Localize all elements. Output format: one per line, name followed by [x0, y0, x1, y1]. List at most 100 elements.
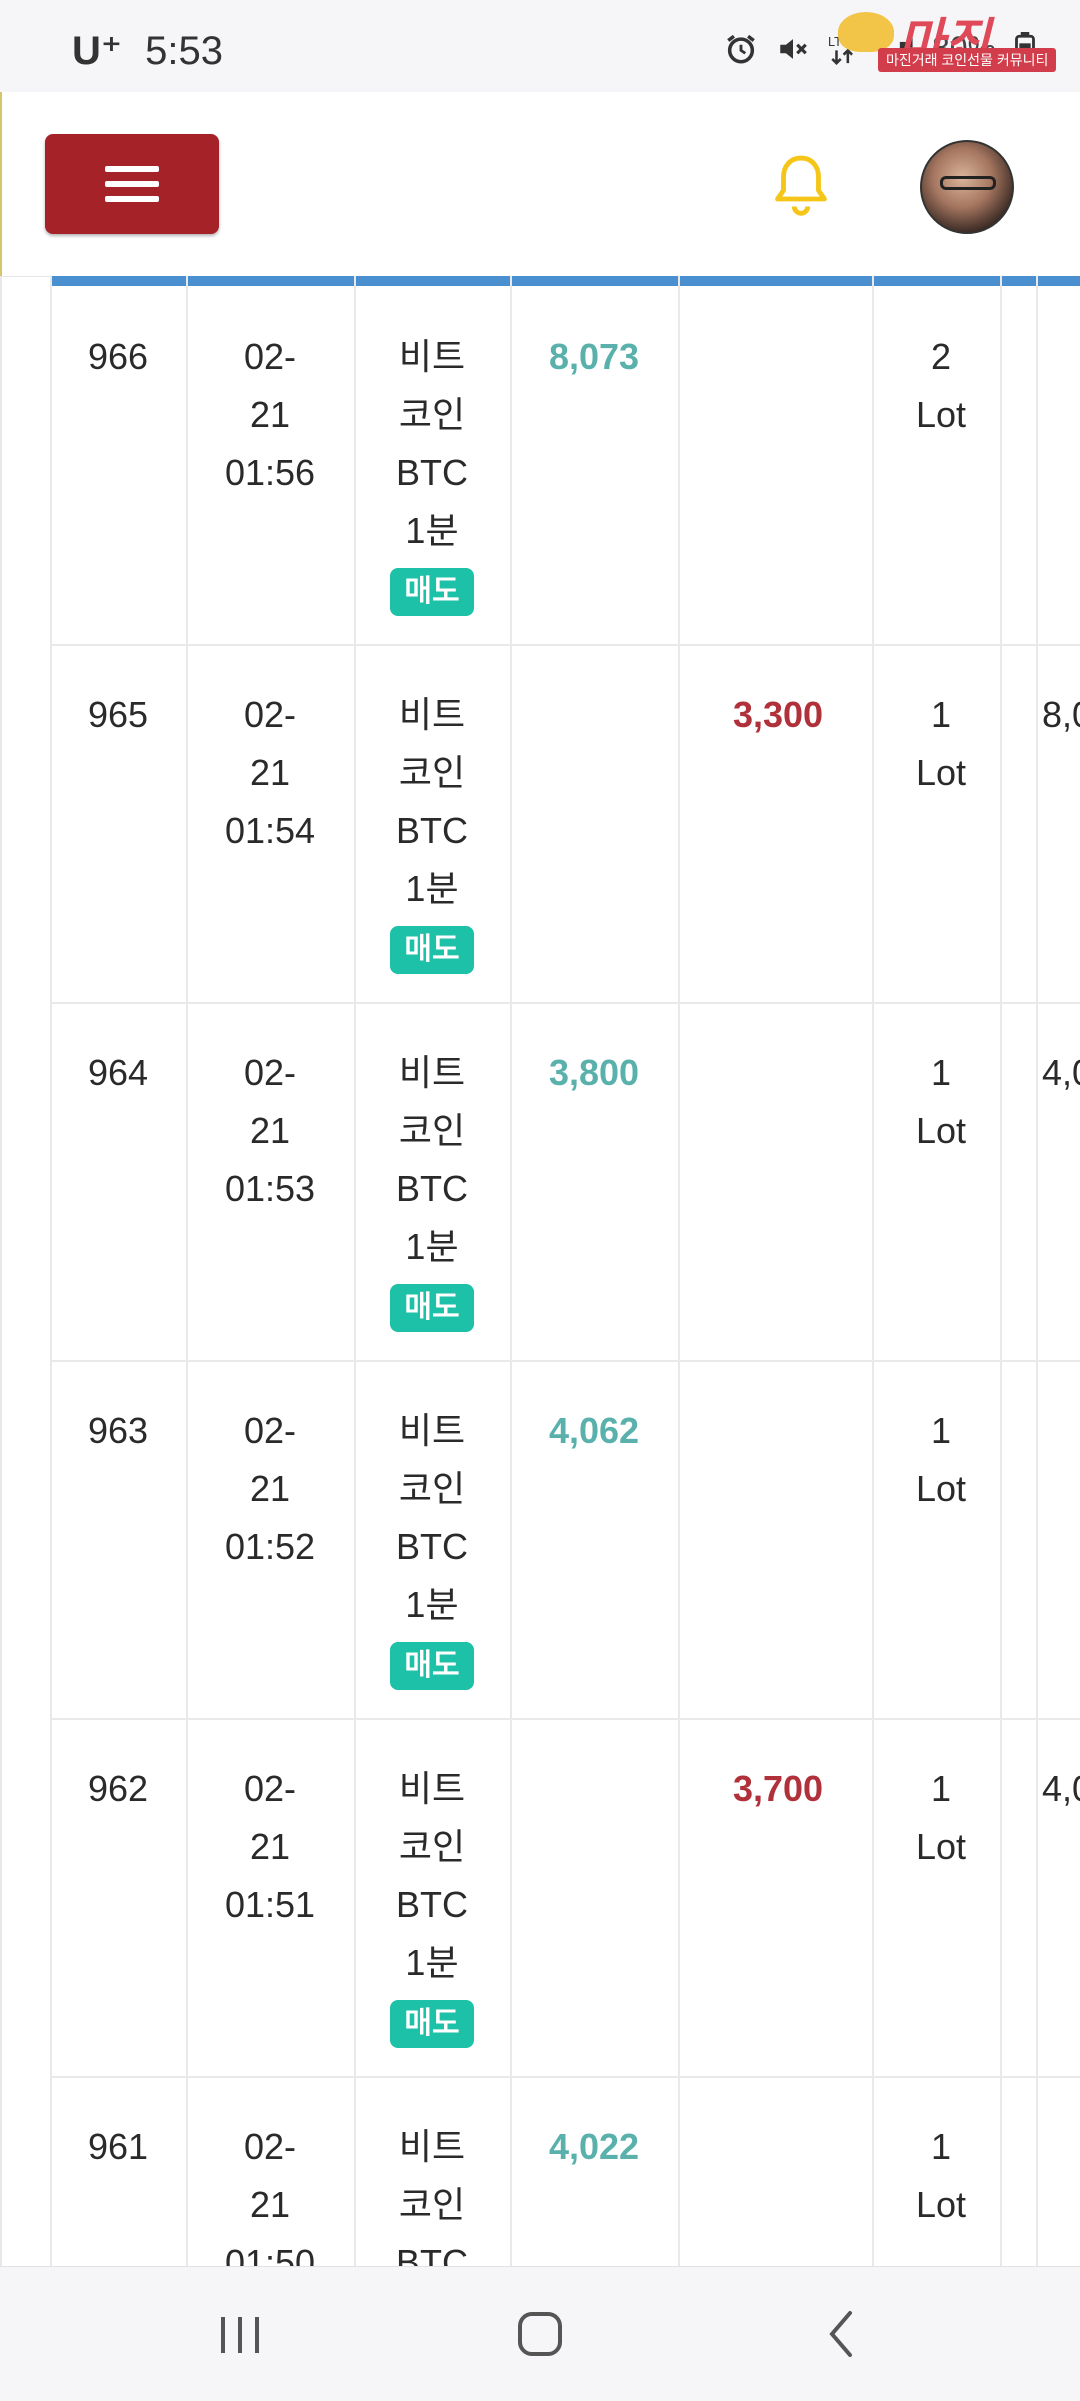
trade-item: 비트코인 BTC 1분매도 — [354, 328, 510, 618]
trade-item: 비트코인 BTC 1분매도 — [354, 1760, 510, 2050]
cell-line: 21 — [249, 394, 291, 435]
row-number: 962 — [50, 1760, 186, 1818]
sell-badge: 매도 — [390, 568, 474, 616]
trade-datetime: 02- 21 01:50 — [186, 2118, 354, 2266]
loss-text: 3,700 — [732, 1768, 824, 1809]
cell-line: 21 — [249, 1110, 291, 1151]
sell-badge: 매도 — [390, 1642, 474, 1690]
balance-value: 4,0 — [1042, 1044, 1080, 1102]
cell-line: 코인 — [398, 2184, 466, 2225]
cell-line: 비트 — [398, 336, 466, 377]
table-row[interactable]: 962 02- 21 01:51 비트코인 BTC 1분매도 3,700 1 Lot 4,0 — [50, 1718, 1080, 2078]
table-row[interactable]: 964 02- 21 01:53 비트코인 BTC 1분매도 3,800 1 Lot 4,0 — [50, 1002, 1080, 1362]
trade-datetime: 02- 21 01:53 — [186, 1044, 354, 1218]
home-icon[interactable] — [505, 2303, 575, 2365]
loss-text: 3,300 — [732, 694, 824, 735]
lot-size: 2 Lot — [878, 328, 1004, 444]
watermark-subtitle: 마진거래 코인선물 커뮤니티 — [878, 48, 1057, 72]
cell-line: BTC — [396, 1884, 468, 1925]
balance-text: 8,0 — [1042, 694, 1080, 735]
cell-line: 코인 — [398, 1468, 466, 1509]
cell-line: Lot — [915, 1110, 967, 1151]
cell-line: 비트 — [398, 2126, 466, 2167]
cell-line: 1분 — [405, 1584, 459, 1625]
cell-line: BTC — [396, 810, 468, 851]
trade-datetime: 02- 21 01:56 — [186, 328, 354, 502]
row-number-text: 961 — [87, 2126, 149, 2167]
mute-icon — [780, 38, 807, 59]
lot-size: 1 Lot — [878, 1044, 1004, 1160]
alarm-icon — [727, 34, 755, 64]
cell-line: BTC — [396, 1168, 468, 1209]
lot-size: 1 Lot — [878, 686, 1004, 802]
cell-line: Lot — [915, 1826, 967, 1867]
row-number-text: 966 — [87, 336, 149, 377]
menu-button[interactable] — [45, 134, 219, 234]
lot-size: 1 Lot — [878, 1402, 1004, 1518]
table-row[interactable]: 963 02- 21 01:52 비트 코인 BTC 1분 매도 4,062 1 Lot — [50, 1360, 1080, 1720]
balance-value: 4,0 — [1042, 1760, 1080, 1818]
loss-value: 3,300 — [678, 686, 878, 744]
cell-line: 01:54 — [224, 810, 316, 851]
cell-line: 1분 — [405, 1226, 459, 1267]
trade-datetime: 02- 21 01:51 — [186, 1760, 354, 1934]
balance-value: 8,0 — [1042, 686, 1080, 744]
profit-text: 4,062 — [548, 1410, 640, 1451]
row-number-text: 962 — [87, 1768, 149, 1809]
trade-datetime: 02- 21 01:54 — [186, 686, 354, 860]
carrier-label: U⁺ — [72, 29, 122, 73]
bell-icon[interactable] — [768, 150, 834, 220]
profit-value: 4,022 — [510, 2118, 678, 2176]
cell-line: Lot — [915, 394, 967, 435]
cell-line: 1 — [930, 1768, 952, 1809]
sell-badge: 매도 — [390, 926, 474, 974]
cell-line: 02- — [243, 1052, 297, 1093]
cell-line: 1분 — [405, 510, 459, 551]
status-left: U⁺ 5:53 — [72, 28, 223, 74]
cell-line: Lot — [915, 1468, 967, 1509]
cell-line: 1분 — [405, 1942, 459, 1983]
cell-line: 21 — [249, 752, 291, 793]
cell-line: 비트 — [398, 694, 466, 735]
cell-line: 2 — [930, 336, 952, 377]
row-number-text: 963 — [87, 1410, 149, 1451]
cell-line: 코인 — [398, 394, 466, 435]
avatar-photo — [940, 176, 996, 190]
table-top-border — [50, 276, 1080, 286]
row-number: 966 — [50, 328, 186, 386]
profit-value: 8,073 — [510, 328, 678, 386]
status-bar: U⁺ 5:53 LTE 80% 마진 마진거래 코인선물 커뮤니티 — [0, 0, 1080, 92]
balance-text: 4,0 — [1042, 1052, 1080, 1093]
profit-text: 8,073 — [548, 336, 640, 377]
cell-line: 코인 — [398, 1826, 466, 1867]
cell-line: 02- — [243, 336, 297, 377]
cell-line: 01:56 — [224, 452, 316, 493]
cell-line: 02- — [243, 694, 297, 735]
cell-line: 1 — [930, 1052, 952, 1093]
avatar[interactable] — [920, 140, 1014, 234]
cell-line: BTC — [396, 1526, 468, 1567]
table-row[interactable]: 96102-2101:50비트코인BTC1분매도4,0221Lot — [50, 2076, 1080, 2266]
cell-line: 01:53 — [224, 1168, 316, 1209]
profit-value: 4,062 — [510, 1402, 678, 1460]
cell-line: 1 — [930, 694, 952, 735]
profit-value: 3,800 — [510, 1044, 678, 1102]
cell-line: 01:51 — [224, 1884, 316, 1925]
profit-text: 4,022 — [548, 2126, 640, 2167]
table-row[interactable]: 965 02- 21 01:54 비트코인 BTC 1분매도 3,300 1 Lot 8,0 — [50, 644, 1080, 1004]
recent-apps-icon[interactable] — [205, 2303, 275, 2365]
row-number: 963 — [50, 1402, 186, 1460]
cell-line: BTC — [396, 2242, 468, 2266]
cell-line: 21 — [249, 2184, 291, 2225]
sell-badge: 매도 — [390, 1284, 474, 1332]
table-row[interactable]: 966 02- 21 01:56 비트 코인 BTC 1분 매도 8,073 2 Lot — [50, 286, 1080, 646]
cell-line: 1 — [930, 2126, 952, 2167]
back-icon[interactable] — [808, 2303, 878, 2365]
cell-line: 02- — [243, 1410, 297, 1451]
watermark-emblem — [838, 12, 894, 52]
system-nav-bar — [0, 2266, 1080, 2401]
cell-line: 02- — [243, 1768, 297, 1809]
profit-text: 3,800 — [548, 1052, 640, 1093]
cell-line: 코인 — [398, 752, 466, 793]
trade-table: 966 02- 21 01:56 비트 코인 BTC 1분 매도 8,073 2 Lot 965 02- 2… — [0, 276, 1080, 2266]
